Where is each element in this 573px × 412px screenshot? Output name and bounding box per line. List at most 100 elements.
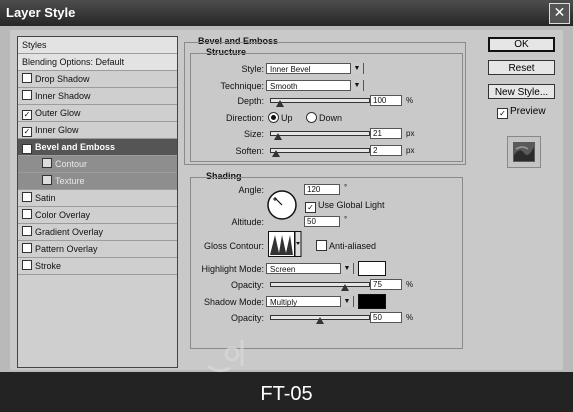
styles-header[interactable]: Styles	[18, 37, 177, 54]
direction-label: Direction:	[225, 113, 264, 123]
gloss-contour-picker[interactable]	[268, 231, 302, 257]
style-item-label: Stroke	[35, 261, 62, 271]
preview-checkbox[interactable]: ✓ Preview	[497, 106, 546, 119]
style-item-label: Drop Shadow	[35, 74, 90, 84]
checkbox-empty-icon[interactable]	[22, 226, 32, 236]
soften-slider[interactable]	[270, 148, 370, 153]
style-item-label: Inner Shadow	[35, 91, 91, 101]
check-icon[interactable]: ✓	[22, 110, 32, 120]
style-item-label: Contour	[55, 159, 88, 169]
depth-field[interactable]: 100	[370, 95, 402, 106]
altitude-field[interactable]: 50	[304, 216, 340, 227]
style-item-label: Outer Glow	[35, 108, 81, 118]
checkbox-empty-icon[interactable]	[22, 260, 32, 270]
style-item-outer-glow[interactable]: ✓ Outer Glow	[18, 105, 177, 122]
highlight-opacity-field[interactable]: 75	[370, 279, 402, 290]
checkbox-empty-icon	[316, 240, 327, 251]
anti-aliased-checkbox[interactable]: Anti-aliased	[316, 240, 376, 251]
style-label: Style:	[241, 64, 264, 74]
shadow-mode-label: Shadow Mode:	[203, 297, 264, 307]
angle-unit: °	[344, 183, 348, 192]
style-item-drop-shadow[interactable]: Drop Shadow	[18, 71, 177, 88]
shadow-opacity-thumb[interactable]	[316, 317, 324, 324]
style-item-label: Texture	[55, 176, 85, 186]
technique-label: Technique:	[220, 81, 264, 91]
depth-slider[interactable]	[270, 98, 370, 103]
checkbox-empty-icon[interactable]	[42, 158, 52, 168]
layer-style-dialog: Layer Style ✕ Styles Blending Options: D…	[0, 0, 573, 412]
depth-unit: %	[406, 96, 414, 105]
checkbox-empty-icon[interactable]	[22, 209, 32, 219]
highlight-opacity-unit: %	[406, 280, 414, 289]
check-icon: ✓	[497, 108, 508, 119]
style-item-bevel-and-emboss[interactable]: ✓ Bevel and Emboss	[18, 139, 177, 156]
style-item-contour[interactable]: Contour	[18, 156, 177, 173]
shadow-color-swatch[interactable]	[358, 294, 386, 309]
size-slider[interactable]	[270, 131, 370, 136]
highlight-opacity-slider[interactable]	[270, 282, 370, 287]
close-icon[interactable]: ✕	[549, 3, 570, 24]
style-item-satin[interactable]: Satin	[18, 190, 177, 207]
direction-up-radio[interactable]: Up	[268, 112, 293, 123]
style-preview-swatch	[507, 136, 541, 168]
size-field[interactable]: 21	[370, 128, 402, 139]
soften-field[interactable]: 2	[370, 145, 402, 156]
title-bar[interactable]: Layer Style ✕	[0, 0, 573, 26]
checkbox-empty-icon[interactable]	[22, 192, 32, 202]
altitude-unit: °	[344, 215, 348, 224]
angle-label: Angle:	[238, 185, 264, 195]
altitude-label: Altitude:	[231, 217, 264, 227]
soften-slider-thumb[interactable]	[272, 150, 280, 157]
chevron-down-icon: ▼	[340, 263, 353, 274]
depth-slider-thumb[interactable]	[276, 100, 284, 107]
use-global-light-checkbox[interactable]: ✓ Use Global Light	[305, 200, 385, 213]
blending-options[interactable]: Blending Options: Default	[18, 54, 177, 71]
gloss-contour-label: Gloss Contour:	[203, 241, 264, 251]
window-title: Layer Style	[6, 5, 76, 20]
style-item-pattern-overlay[interactable]: Pattern Overlay	[18, 241, 177, 258]
watermark-logo	[207, 340, 244, 373]
check-icon: ✓	[305, 202, 316, 213]
ok-button[interactable]: OK	[488, 37, 555, 52]
angle-dial[interactable]	[266, 189, 298, 221]
highlight-opacity-thumb[interactable]	[341, 284, 349, 291]
style-item-inner-glow[interactable]: ✓ Inner Glow	[18, 122, 177, 139]
radio-on-icon	[268, 112, 279, 123]
angle-field[interactable]: 120	[304, 184, 340, 195]
chevron-down-icon: ▼	[350, 80, 363, 91]
style-item-label: Pattern Overlay	[35, 244, 98, 254]
checkbox-empty-icon[interactable]	[42, 175, 52, 185]
radio-off-icon	[306, 112, 317, 123]
technique-dropdown[interactable]: Smooth ▼	[266, 80, 364, 91]
shadow-mode-value: Multiply	[270, 298, 298, 307]
style-item-color-overlay[interactable]: Color Overlay	[18, 207, 177, 224]
style-item-texture[interactable]: Texture	[18, 173, 177, 190]
shadow-mode-dropdown[interactable]: Multiply ▼	[266, 296, 354, 307]
style-dropdown[interactable]: Inner Bevel ▼	[266, 63, 364, 74]
use-global-light-label: Use Global Light	[318, 200, 385, 210]
checkbox-empty-icon[interactable]	[22, 90, 32, 100]
shadow-opacity-field[interactable]: 50	[370, 312, 402, 323]
style-value: Inner Bevel	[270, 65, 311, 74]
check-icon[interactable]: ✓	[22, 127, 32, 137]
highlight-color-swatch[interactable]	[358, 261, 386, 276]
style-item-inner-shadow[interactable]: Inner Shadow	[18, 88, 177, 105]
highlight-mode-value: Screen	[270, 265, 296, 274]
chevron-down-icon: ▼	[350, 63, 363, 74]
checkbox-empty-icon[interactable]	[22, 73, 32, 83]
shadow-opacity-unit: %	[406, 313, 414, 322]
highlight-mode-dropdown[interactable]: Screen ▼	[266, 263, 354, 274]
preview-image	[513, 142, 535, 162]
highlight-mode-label: Highlight Mode:	[201, 264, 264, 274]
highlight-opacity-label: Opacity:	[230, 280, 264, 290]
direction-down-radio[interactable]: Down	[306, 112, 342, 123]
style-item-gradient-overlay[interactable]: Gradient Overlay	[18, 224, 177, 241]
style-item-label: Gradient Overlay	[35, 227, 104, 237]
checkbox-empty-icon[interactable]	[22, 243, 32, 253]
new-style-button[interactable]: New Style...	[488, 84, 555, 99]
styles-panel: Styles Blending Options: Default Drop Sh…	[17, 36, 178, 368]
size-slider-thumb[interactable]	[274, 133, 282, 140]
check-icon[interactable]: ✓	[22, 144, 32, 154]
style-item-stroke[interactable]: Stroke	[18, 258, 177, 275]
reset-button[interactable]: Reset	[488, 60, 555, 75]
